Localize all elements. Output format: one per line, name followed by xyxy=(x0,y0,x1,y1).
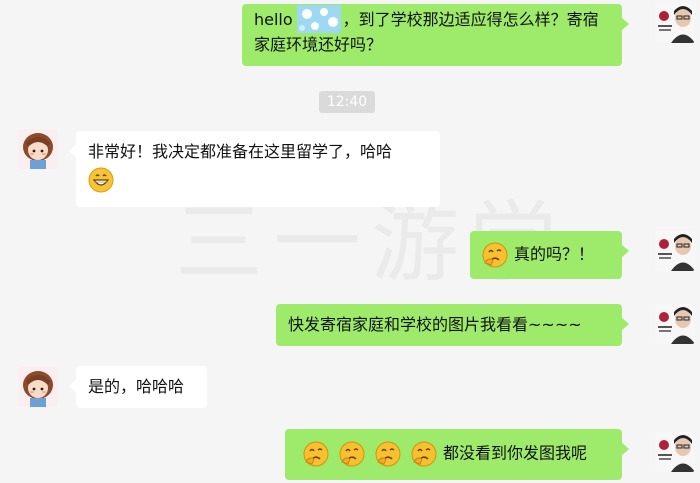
message-text: 非常好！我决定都准备在这里留学了，哈哈 xyxy=(88,142,393,161)
portrait-with-red-logo-avatar xyxy=(655,304,695,344)
message-text: 都没看到你发图我呢 xyxy=(443,443,588,463)
pixelated-name-image xyxy=(296,4,341,33)
thinking-face-icon xyxy=(303,441,329,467)
my-avatar[interactable] xyxy=(655,231,695,271)
message-bubble-friend[interactable]: 非常好！我决定都准备在这里留学了，哈哈 xyxy=(69,131,440,207)
my-avatar[interactable] xyxy=(655,304,695,344)
portrait-with-red-logo-avatar xyxy=(655,432,695,472)
my-avatar[interactable] xyxy=(655,432,695,472)
cartoon-girl-avatar xyxy=(18,129,58,169)
message-bubble-friend[interactable]: 是的，哈哈哈 xyxy=(69,366,207,408)
message-text: 真的吗？！ xyxy=(514,244,595,264)
portrait-with-red-logo-avatar xyxy=(655,231,695,271)
my-avatar[interactable] xyxy=(655,3,695,43)
friend-avatar[interactable] xyxy=(18,367,58,407)
thinking-face-icon xyxy=(375,441,401,467)
thinking-face-icon xyxy=(482,242,508,268)
message-bubble-me[interactable]: 快发寄宿家庭和学校的图片我看看~~~~ xyxy=(276,304,629,346)
message-text: hello xyxy=(254,10,293,29)
message-text: 快发寄宿家庭和学校的图片我看看~~~~ xyxy=(288,315,582,334)
message-bubble-me[interactable]: 都没看到你发图我呢 xyxy=(285,429,629,480)
message-text: 是的，哈哈哈 xyxy=(88,377,185,396)
grinning-face-icon xyxy=(88,167,114,193)
friend-avatar[interactable] xyxy=(18,129,58,169)
time-divider: 12:40 xyxy=(319,91,375,113)
message-bubble-me[interactable]: 真的吗？！ xyxy=(470,231,629,279)
cartoon-girl-avatar xyxy=(18,367,58,407)
message-bubble-me[interactable]: hello ，到了学校那边适应得怎么样？寄宿家庭环境还好吗？ xyxy=(242,4,629,66)
thinking-face-icon xyxy=(339,441,365,467)
thinking-face-icon xyxy=(411,441,437,467)
portrait-with-red-logo-avatar xyxy=(655,3,695,43)
